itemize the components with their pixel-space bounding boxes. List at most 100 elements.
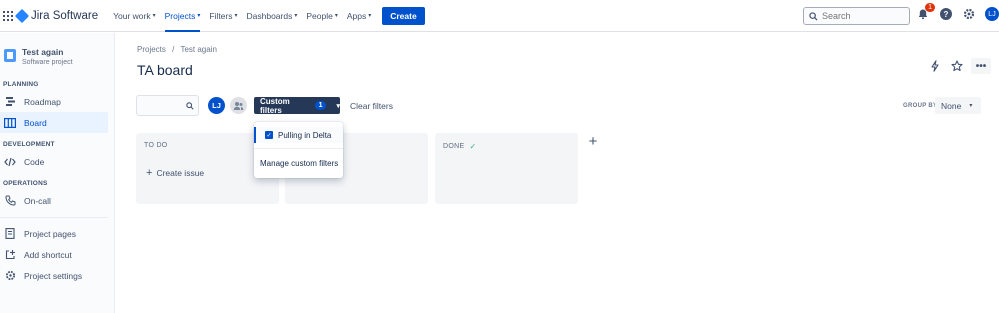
sidebar-item-oncall[interactable]: On-call — [0, 190, 114, 211]
board-icon — [4, 117, 16, 129]
clear-filters-button[interactable]: Clear filters — [350, 101, 393, 111]
people-icon — [233, 101, 244, 110]
sidebar-item-label: Code — [24, 156, 45, 167]
chevron-down-icon: ▾ — [969, 103, 973, 109]
page-title: TA board — [137, 62, 193, 78]
project-sidebar: Test again Software project PLANNING Roa… — [0, 33, 115, 313]
help-icon: ? — [940, 8, 952, 20]
manage-custom-filters-link[interactable]: Manage custom filters — [260, 159, 338, 168]
settings-button[interactable] — [961, 6, 977, 22]
nav-filters[interactable]: Filters ▾ — [209, 0, 237, 32]
dropdown-divider — [254, 148, 343, 149]
product-name: Jira Software — [31, 9, 99, 22]
code-icon — [4, 156, 16, 168]
project-type: Software project — [22, 59, 73, 66]
filter-count-badge: 1 — [314, 101, 327, 110]
top-navigation: Jira Software Your work ▾ Projects ▾ Filte… — [0, 0, 999, 32]
column-title: DONE — [443, 143, 465, 150]
roadmap-icon — [4, 96, 16, 108]
lightning-icon — [931, 60, 939, 72]
search-icon — [186, 101, 194, 110]
assignee-avatar-filter[interactable]: LJ — [208, 97, 225, 114]
help-button[interactable]: ? — [938, 6, 954, 22]
filter-option-pulling-in-delta[interactable]: ✓ Pulling in Delta — [254, 127, 343, 143]
sidebar-item-project-pages[interactable]: Project pages — [0, 223, 114, 244]
nav-projects[interactable]: Projects ▾ — [164, 0, 201, 32]
avatar: LJ — [985, 7, 999, 21]
chevron-down-icon: ▾ — [234, 13, 238, 19]
gear-icon — [963, 8, 975, 20]
section-development: DEVELOPMENT — [3, 141, 55, 148]
app-switcher-icon[interactable] — [3, 10, 13, 21]
header-actions: ••• — [927, 58, 991, 74]
more-actions-button[interactable]: ••• — [971, 58, 991, 74]
chevron-down-icon: ▾ — [336, 102, 340, 110]
section-planning: PLANNING — [3, 81, 39, 88]
jira-diamond-icon — [14, 8, 30, 23]
group-by-value: None — [941, 100, 962, 111]
sidebar-divider — [0, 217, 108, 218]
filter-option-label: Pulling in Delta — [278, 130, 332, 140]
custom-filters-button[interactable]: Custom filters 1 ▾ — [254, 96, 340, 115]
global-search[interactable] — [803, 7, 910, 25]
sidebar-item-label: Project settings — [24, 270, 83, 281]
breadcrumb-project[interactable]: Test again — [180, 45, 216, 54]
star-button[interactable] — [949, 58, 965, 74]
board-search-input[interactable] — [146, 101, 186, 110]
phone-icon — [4, 195, 16, 207]
checkbox-checked-icon[interactable]: ✓ — [265, 131, 273, 139]
star-icon — [951, 60, 963, 72]
add-column-button[interactable]: + — [585, 133, 601, 150]
sidebar-item-label: Roadmap — [24, 96, 61, 107]
sidebar-item-code[interactable]: Code — [0, 151, 114, 172]
sidebar-item-label: Project pages — [24, 228, 76, 239]
nav-people[interactable]: People ▾ — [306, 0, 337, 32]
profile-button[interactable]: LJ — [984, 6, 999, 22]
project-name: Test again — [22, 47, 64, 57]
sidebar-item-label: Board — [24, 117, 47, 128]
search-input[interactable] — [822, 11, 902, 21]
sidebar-item-add-shortcut[interactable]: Add shortcut — [0, 244, 114, 265]
notification-badge: 1 — [925, 3, 935, 12]
breadcrumb-projects[interactable]: Projects — [137, 45, 166, 54]
sidebar-item-label: Add shortcut — [24, 249, 72, 260]
gear-icon — [4, 270, 16, 282]
custom-filters-dropdown: ✓ Pulling in Delta Manage custom filters — [254, 122, 343, 178]
custom-filters-label: Custom filters — [260, 96, 290, 115]
nav-apps[interactable]: Apps ▾ — [347, 0, 371, 32]
create-issue-label: Create issue — [156, 168, 205, 178]
project-avatar-icon — [4, 49, 16, 62]
nav-your-work[interactable]: Your work ▾ — [113, 0, 156, 32]
breadcrumb: Projects / Test again — [137, 45, 217, 54]
column-done: DONE ✓ — [435, 133, 578, 204]
notifications-button[interactable]: 1 — [915, 3, 935, 22]
nav-items: Your work ▾ Projects ▾ Filters ▾ Dashboards… — [113, 0, 425, 32]
group-by-select[interactable]: None ▾ — [935, 97, 981, 114]
sidebar-item-roadmap[interactable]: Roadmap — [0, 91, 114, 112]
add-people-button[interactable] — [230, 97, 247, 114]
board-search[interactable] — [136, 95, 199, 116]
chevron-down-icon: ▾ — [368, 13, 372, 19]
create-button[interactable]: Create — [382, 6, 425, 25]
column-title-row: DONE ✓ — [435, 133, 578, 151]
top-icons: 1 ? LJ — [915, 3, 999, 22]
page-icon — [4, 228, 16, 240]
section-operations: OPERATIONS — [3, 180, 48, 187]
plus-icon: + — [146, 167, 153, 179]
automation-button[interactable] — [927, 58, 943, 74]
breadcrumb-separator: / — [172, 45, 175, 54]
jira-logo[interactable]: Jira Software — [14, 8, 99, 23]
sidebar-item-board[interactable]: Board — [0, 112, 108, 133]
check-icon: ✓ — [469, 142, 477, 151]
group-by-label: GROUP BY — [903, 103, 938, 109]
sidebar-item-project-settings[interactable]: Project settings — [0, 265, 114, 286]
chevron-down-icon: ▾ — [294, 13, 298, 19]
chevron-down-icon: ▾ — [152, 13, 156, 19]
chevron-down-icon: ▾ — [197, 13, 201, 19]
nav-dashboards[interactable]: Dashboards ▾ — [247, 0, 298, 32]
add-shortcut-icon — [4, 249, 16, 261]
chevron-down-icon: ▾ — [334, 13, 338, 19]
project-header[interactable]: Test again Software project — [0, 33, 114, 66]
create-issue-button[interactable]: + Create issue — [146, 167, 204, 179]
sidebar-item-label: On-call — [24, 195, 51, 206]
